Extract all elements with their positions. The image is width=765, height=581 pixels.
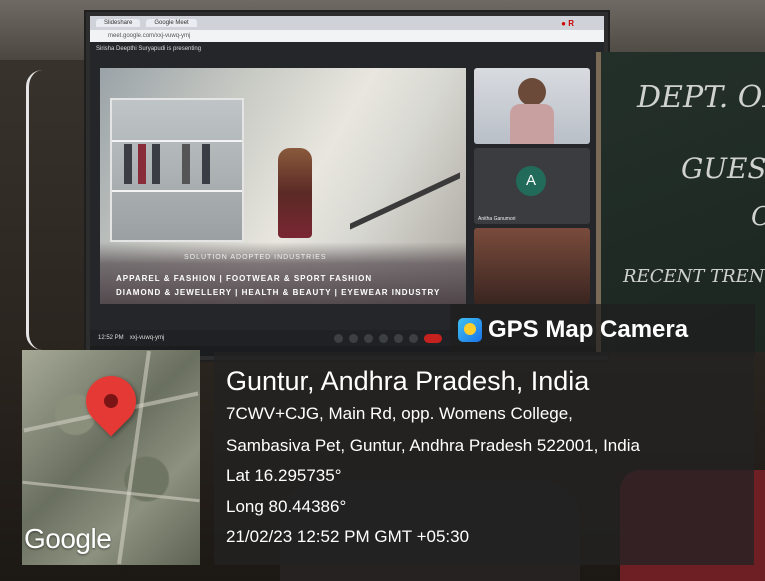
- presenting-label: Sirisha Deepthi Suryapudi is presenting: [96, 46, 202, 52]
- location-title: Guntur, Andhra Pradesh, India: [226, 366, 590, 396]
- camera-icon[interactable]: [349, 333, 359, 343]
- google-logo: Google: [24, 523, 112, 554]
- participant-tile-video[interactable]: [474, 68, 590, 144]
- location-info-panel: Guntur, Andhra Pradesh, India 7CWV+CJG, …: [214, 352, 754, 565]
- participant-tile-avatar[interactable]: A Anitha Ganumori: [474, 148, 590, 224]
- gps-map-camera-icon: [458, 318, 482, 342]
- gps-map-camera-badge: GPS Map Camera: [450, 304, 755, 356]
- store-shelf: [110, 98, 244, 242]
- address-line-2: Sambasiva Pet, Guntur, Andhra Pradesh 52…: [226, 436, 640, 455]
- cable: [26, 70, 59, 350]
- meeting-time: 12:52 PM: [98, 335, 124, 341]
- browser-tab[interactable]: Google Meet: [146, 19, 197, 27]
- end-call-button[interactable]: [424, 333, 443, 343]
- slide-industries-line1: APPAREL & FASHION | FOOTWEAR & SPORT FAS…: [116, 274, 373, 283]
- address-line-1: 7CWV+CJG, Main Rd, opp. Womens College,: [226, 404, 573, 423]
- address-bar[interactable]: meet.google.com/xxj-vuwq-ymj: [90, 30, 604, 42]
- datetime-stamp: 21/02/23 12:52 PM GMT +05:30: [226, 527, 470, 546]
- captions-icon[interactable]: [364, 333, 374, 343]
- recording-indicator-icon: ● R: [561, 18, 574, 28]
- chalk-text: RECENT TREN: [623, 266, 765, 287]
- browser-tab-strip: Slideshare Google Meet ● R: [90, 16, 604, 30]
- shopper-figure: [278, 148, 312, 238]
- browser-tab[interactable]: Slideshare: [96, 19, 141, 27]
- participant-tiles: A Anitha Ganumori: [474, 68, 590, 308]
- chalk-text: O: [751, 202, 765, 232]
- chalk-text: GUEST: [681, 152, 765, 185]
- more-options-icon[interactable]: [409, 333, 419, 343]
- latitude: Lat 16.295735°: [226, 466, 342, 485]
- shared-slide: SOLUTION ADOPTED INDUSTRIES APPAREL & FA…: [100, 68, 466, 304]
- mic-icon[interactable]: [334, 333, 344, 343]
- participant-tile-audience[interactable]: [474, 228, 590, 304]
- meeting-code: xxj-vuwq-ymj: [129, 335, 165, 341]
- gps-app-name: GPS Map Camera: [488, 316, 689, 343]
- present-icon[interactable]: [394, 333, 404, 343]
- participant-name: Anitha Ganumori: [478, 216, 516, 222]
- raise-hand-icon[interactable]: [379, 333, 389, 343]
- map-thumbnail: Google: [22, 350, 200, 565]
- participant-avatar: A: [516, 166, 546, 196]
- chalk-text: DEPT. OF: [637, 80, 765, 115]
- slide-industries-line2: DIAMOND & JEWELLERY | HEALTH & BEAUTY | …: [116, 288, 441, 297]
- slide-section-title: SOLUTION ADOPTED INDUSTRIES: [184, 254, 327, 261]
- longitude: Long 80.44386°: [226, 497, 347, 516]
